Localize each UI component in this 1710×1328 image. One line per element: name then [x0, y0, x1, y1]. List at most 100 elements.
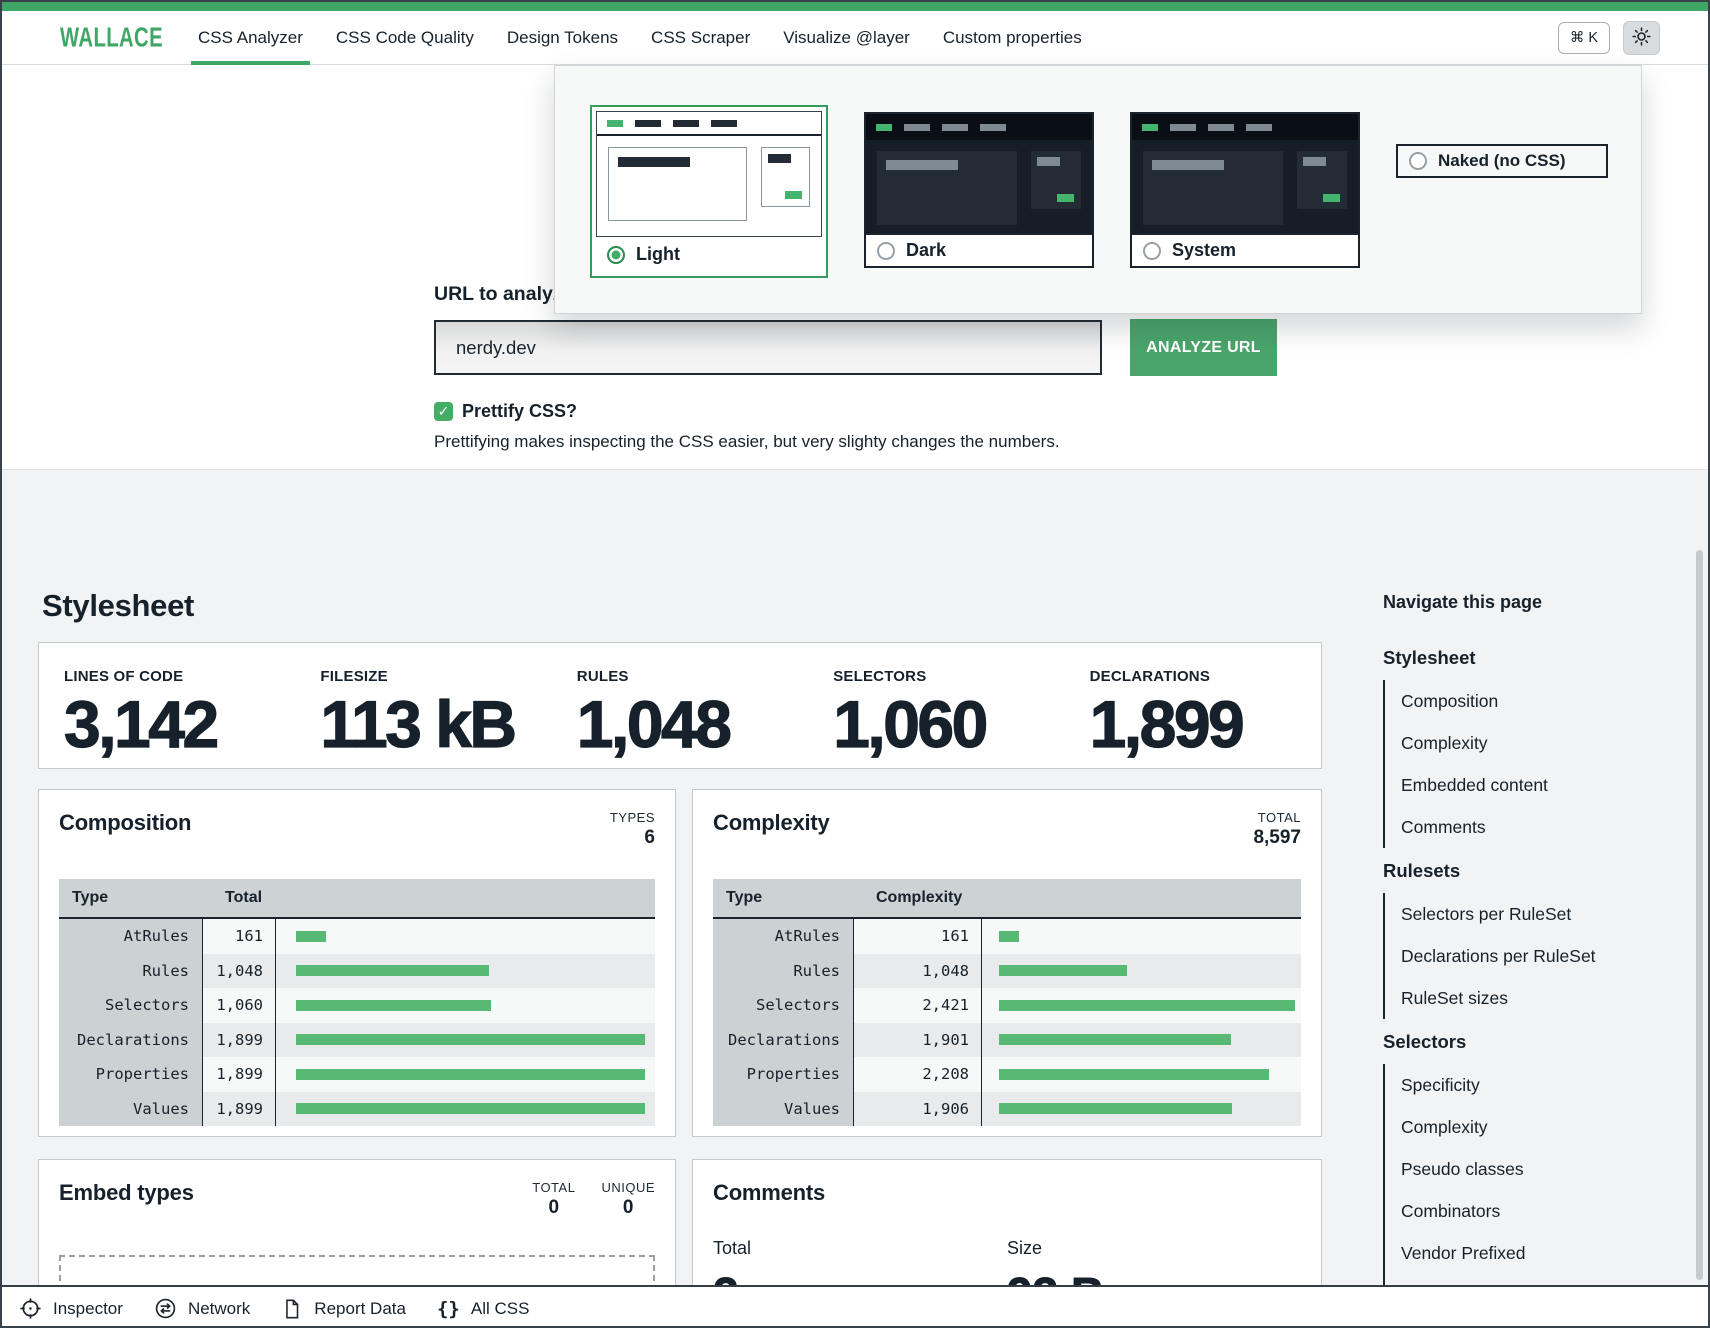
- row-type: Selectors: [59, 988, 203, 1023]
- comments-title: Comments: [713, 1180, 825, 1206]
- stat-label: LINES OF CODE: [64, 668, 295, 685]
- toc-item-vendor-prefixed[interactable]: Vendor Prefixed: [1401, 1232, 1658, 1274]
- toc-section-selectors[interactable]: Selectors: [1383, 1019, 1658, 1064]
- theme-label-light: Light: [636, 244, 680, 265]
- theme-option-naked[interactable]: Naked (no CSS): [1396, 144, 1608, 178]
- theme-toggle-button[interactable]: [1623, 21, 1660, 55]
- radio-naked[interactable]: [1409, 152, 1427, 170]
- theme-option-system[interactable]: System: [1130, 112, 1360, 268]
- toolbar-item-inspector[interactable]: Inspector: [19, 1297, 123, 1320]
- nav-item-css-code-quality[interactable]: CSS Code Quality: [336, 11, 474, 64]
- bar-fill: [999, 1103, 1232, 1114]
- theme-label-dark: Dark: [906, 240, 946, 261]
- toc-item-complexity[interactable]: Complexity: [1401, 1106, 1658, 1148]
- sun-icon: [1631, 26, 1652, 50]
- brand-logo[interactable]: WALLACE: [60, 21, 138, 54]
- url-input[interactable]: [434, 320, 1102, 375]
- check-icon: ✓: [438, 403, 450, 420]
- nav-item-css-analyzer[interactable]: CSS Analyzer: [198, 11, 303, 64]
- bar-fill: [999, 931, 1019, 942]
- command-palette-button[interactable]: ⌘ K: [1558, 22, 1610, 54]
- toc-item-ruleset-sizes[interactable]: RuleSet sizes: [1401, 977, 1658, 1019]
- radio-dark[interactable]: [877, 242, 895, 260]
- row-bar: [982, 954, 1301, 989]
- row-type: Values: [59, 1092, 203, 1127]
- stat-label: DECLARATIONS: [1090, 668, 1321, 685]
- toc-item-pseudo-classes[interactable]: Pseudo classes: [1401, 1148, 1658, 1190]
- stat-rules: RULES1,048: [552, 643, 808, 768]
- toc-item-composition[interactable]: Composition: [1401, 680, 1658, 722]
- nav-item-css-scraper[interactable]: CSS Scraper: [651, 11, 750, 64]
- bar-fill: [296, 1069, 645, 1080]
- radio-system[interactable]: [1143, 242, 1161, 260]
- stylesheet-stats-panel: LINES OF CODE3,142FILESIZE113 kBRULES1,0…: [38, 642, 1322, 769]
- toolbar-item-label: Network: [188, 1299, 250, 1319]
- row-type: Properties: [713, 1057, 854, 1092]
- composition-table: Type Total AtRules161Rules1,048Selectors…: [59, 879, 655, 1126]
- row-bar: [276, 1057, 655, 1092]
- toc-group-selectors: SpecificityComplexityPseudo classesCombi…: [1383, 1064, 1658, 1316]
- app-window: WALLACE CSS Analyzer CSS Code Quality Desi…: [0, 0, 1710, 1328]
- complexity-row-properties: Properties2,208: [713, 1057, 1301, 1092]
- composition-row-properties: Properties1,899: [59, 1057, 655, 1092]
- complexity-meta-label: TOTAL: [1253, 810, 1301, 825]
- row-bar: [982, 1057, 1301, 1092]
- stat-value: 113 kB: [320, 691, 551, 757]
- composition-panel: Composition TYPES 6 Type Total AtRules16…: [38, 789, 676, 1137]
- toolbar-item-report-data[interactable]: Report Data: [281, 1298, 406, 1320]
- bar-fill: [296, 1034, 645, 1045]
- row-type: Rules: [713, 954, 854, 989]
- toc-item-embedded-content[interactable]: Embedded content: [1401, 764, 1658, 806]
- scrollbar[interactable]: [1696, 550, 1703, 1280]
- toc-section-rulesets[interactable]: Rulesets: [1383, 848, 1658, 893]
- composition-title: Composition: [59, 810, 191, 836]
- row-type: Selectors: [713, 988, 854, 1023]
- prettify-row: ✓ Prettify CSS?: [434, 401, 577, 422]
- composition-row-atrules: AtRules161: [59, 919, 655, 954]
- complexity-row-values: Values1,906: [713, 1092, 1301, 1127]
- bar-fill: [999, 1034, 1231, 1045]
- row-value: 1,899: [203, 1092, 276, 1127]
- bar-fill: [296, 931, 326, 942]
- composition-row-rules: Rules1,048: [59, 954, 655, 989]
- theme-option-dark[interactable]: Dark: [864, 112, 1094, 268]
- row-bar: [982, 1092, 1301, 1127]
- toc-group-stylesheet: CompositionComplexityEmbedded contentCom…: [1383, 680, 1658, 848]
- toc-item-combinators[interactable]: Combinators: [1401, 1190, 1658, 1232]
- stat-value: 3,142: [64, 691, 295, 757]
- comments-size-label: Size: [1007, 1238, 1301, 1259]
- row-bar: [276, 954, 655, 989]
- toc-item-declarations-per-ruleset[interactable]: Declarations per RuleSet: [1401, 935, 1658, 977]
- toolbar-item-network[interactable]: Network: [154, 1297, 250, 1320]
- row-bar: [982, 988, 1301, 1023]
- row-value: 1,899: [203, 1057, 276, 1092]
- main-header: WALLACE CSS Analyzer CSS Code Quality Desi…: [2, 11, 1708, 65]
- row-value: 1,901: [854, 1023, 982, 1058]
- nav-item-visualize-layer[interactable]: Visualize @layer: [783, 11, 910, 64]
- stat-label: SELECTORS: [833, 668, 1064, 685]
- embed-title: Embed types: [59, 1180, 194, 1206]
- stat-declarations: DECLARATIONS1,899: [1065, 643, 1321, 768]
- toc-title: Navigate this page: [1383, 592, 1658, 613]
- nav-item-custom-properties[interactable]: Custom properties: [943, 11, 1082, 64]
- row-value: 2,208: [854, 1057, 982, 1092]
- toc-item-specificity[interactable]: Specificity: [1401, 1064, 1658, 1106]
- complexity-col-type: Type: [713, 889, 854, 907]
- toolbar-item-label: Report Data: [314, 1299, 406, 1319]
- nav-item-design-tokens[interactable]: Design Tokens: [507, 11, 618, 64]
- toc-item-complexity[interactable]: Complexity: [1401, 722, 1658, 764]
- row-bar: [982, 919, 1301, 954]
- toolbar-item-all-css[interactable]: {}All CSS: [437, 1298, 529, 1320]
- row-bar: [276, 919, 655, 954]
- theme-option-light[interactable]: Light: [590, 105, 828, 278]
- toc-item-comments[interactable]: Comments: [1401, 806, 1658, 848]
- toc-item-selectors-per-ruleset[interactable]: Selectors per RuleSet: [1401, 893, 1658, 935]
- stat-value: 1,048: [577, 691, 808, 757]
- prettify-label: Prettify CSS?: [462, 401, 577, 422]
- analyze-url-button[interactable]: ANALYZE URL: [1130, 319, 1277, 376]
- composition-row-declarations: Declarations1,899: [59, 1023, 655, 1058]
- complexity-panel: Complexity TOTAL 8,597 Type Complexity A…: [692, 789, 1322, 1137]
- prettify-checkbox[interactable]: ✓: [434, 402, 453, 421]
- toc-section-stylesheet[interactable]: Stylesheet: [1383, 635, 1658, 680]
- radio-light[interactable]: [607, 246, 625, 264]
